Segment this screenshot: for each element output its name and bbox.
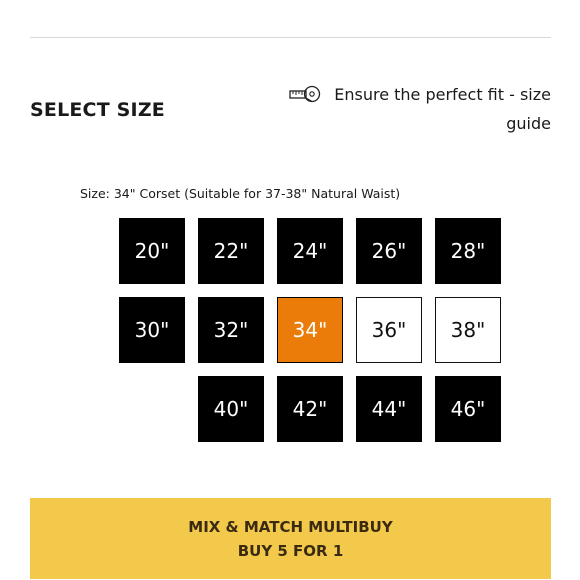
size-option[interactable]: 46" [435, 376, 501, 442]
multibuy-banner[interactable]: MIX & MATCH MULTIBUY BUY 5 FOR 1 [30, 498, 551, 579]
size-option[interactable]: 42" [277, 376, 343, 442]
size-guide-link[interactable]: Ensure the perfect fit - size guide [332, 80, 551, 138]
size-option[interactable]: 44" [356, 376, 422, 442]
size-option[interactable]: 28" [435, 218, 501, 284]
size-option[interactable]: 26" [356, 218, 422, 284]
tape-measure-icon[interactable] [289, 84, 321, 104]
size-option[interactable]: 40" [198, 376, 264, 442]
size-option[interactable]: 20" [119, 218, 185, 284]
size-option[interactable]: 34" [277, 297, 343, 363]
size-option[interactable]: 32" [198, 297, 264, 363]
size-option[interactable]: 38" [435, 297, 501, 363]
banner-line-1: MIX & MATCH MULTIBUY [188, 517, 393, 536]
banner-line-2: BUY 5 FOR 1 [237, 541, 344, 560]
size-option[interactable]: 24" [277, 218, 343, 284]
section-title: SELECT SIZE [30, 99, 165, 121]
size-option[interactable]: 36" [356, 297, 422, 363]
top-divider [30, 37, 551, 38]
size-option[interactable]: 22" [198, 218, 264, 284]
selected-size-description: Size: 34" Corset (Suitable for 37-38" Na… [80, 186, 401, 201]
size-option[interactable]: 30" [119, 297, 185, 363]
